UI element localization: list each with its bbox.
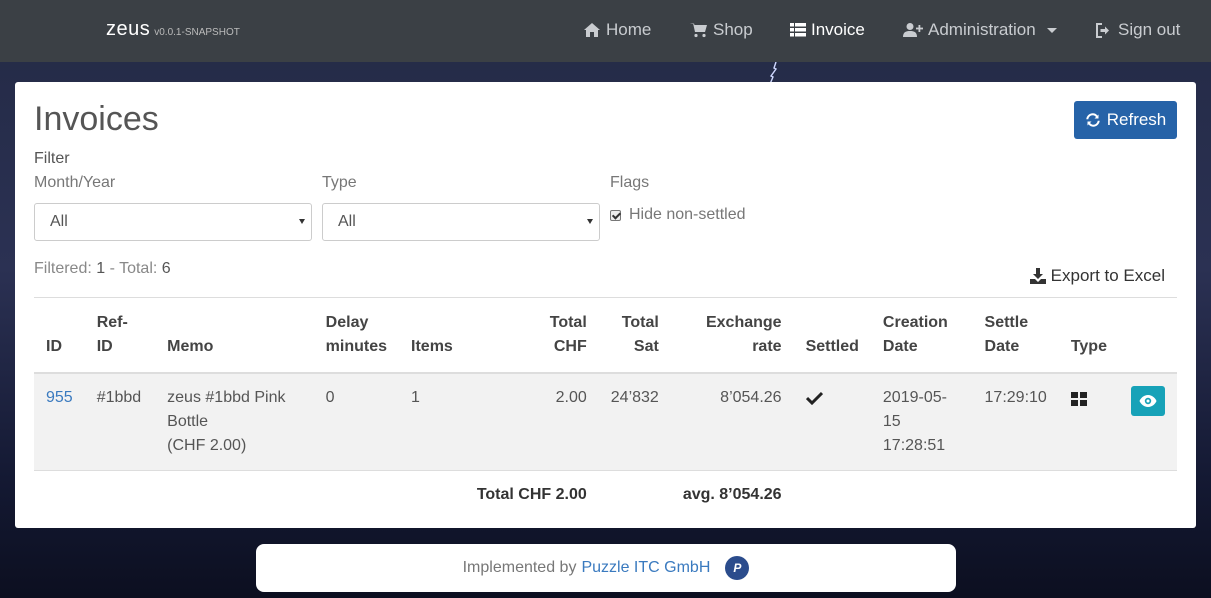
cart-icon — [690, 23, 707, 38]
type-value: All — [338, 213, 356, 230]
filter-heading: Filter — [34, 150, 70, 167]
refresh-icon — [1086, 113, 1100, 127]
nav-invoice-label: Invoice — [811, 20, 865, 39]
nav-sign-out-label: Sign out — [1118, 20, 1181, 39]
select-arrow-icon — [587, 219, 593, 224]
lightning-decoration — [769, 62, 778, 84]
brand-name[interactable]: zeus — [106, 18, 150, 40]
col-items[interactable]: Items — [399, 297, 465, 374]
col-creation-date[interactable]: Creation Date — [870, 297, 973, 374]
creation-time-cell: 17:28:51 — [882, 436, 946, 454]
memo-cell-line1: zeus #1bbd Pink Bottle — [167, 388, 286, 430]
invoice-id-link[interactable]: 955 — [46, 389, 73, 406]
table-footer-row: Total CHF 2.00 avg. 8’054.26 — [34, 470, 1177, 519]
export-label: Export to Excel — [1050, 266, 1165, 285]
table-row: 955 #1bbd zeus #1bbd Pink Bottle (CHF 2.0… — [34, 372, 1177, 471]
memo-cell-line2: (CHF 2.00) — [167, 436, 247, 454]
page-footer: Implemented by Puzzle ITC GmbH P — [256, 544, 956, 592]
puzzle-link[interactable]: Puzzle ITC GmbH — [581, 559, 710, 577]
col-type[interactable]: Type — [1058, 297, 1119, 374]
version-label: v0.0.1-SNAPSHOT — [154, 27, 240, 38]
table-header-row: ID Ref-ID Memo Delay minutes Items Total C… — [34, 297, 1177, 374]
invoices-card: Invoices Refresh Filter Month/Year All T… — [15, 82, 1196, 528]
flags-label: Flags — [610, 174, 650, 191]
total-chf-cell: 2.00 — [555, 388, 587, 406]
filtered-prefix: Filtered: — [34, 260, 97, 277]
col-memo[interactable]: Memo — [155, 297, 314, 374]
windows-icon — [1070, 391, 1107, 406]
nav-shop-label: Shop — [713, 20, 753, 39]
filtered-count: 1 — [96, 260, 106, 277]
month-year-label: Month/Year — [34, 174, 116, 191]
brand[interactable]: zeus v0.0.1-SNAPSHOT — [106, 18, 240, 41]
col-actions — [1118, 297, 1177, 374]
col-settled[interactable]: Settled — [793, 297, 871, 374]
month-year-value: All — [50, 213, 68, 230]
puzzle-logo-icon[interactable]: P — [725, 556, 750, 580]
total-sat-cell: 24’832 — [610, 388, 659, 406]
sign-out-icon — [1096, 22, 1109, 38]
user-plus-icon — [903, 23, 923, 37]
refresh-label: Refresh — [1106, 110, 1167, 129]
total-count: 6 — [161, 260, 171, 277]
check-icon — [805, 391, 823, 405]
col-delay[interactable]: Delay minutes — [313, 297, 400, 374]
hide-non-settled-checkbox[interactable] — [610, 209, 621, 221]
exchange-rate-cell: 8’054.26 — [720, 388, 782, 406]
nav-administration-label: Administration — [928, 20, 1036, 39]
home-icon — [584, 23, 600, 37]
view-invoice-button[interactable] — [1130, 385, 1165, 416]
footer-total-chf: Total CHF 2.00 — [476, 485, 587, 503]
col-id[interactable]: ID — [34, 297, 85, 374]
nav-invoice[interactable]: Invoice — [790, 20, 865, 40]
chevron-down-icon — [1046, 27, 1057, 33]
settle-date-cell: 17:29:10 — [984, 388, 1047, 406]
type-select[interactable]: All — [322, 203, 600, 241]
export-excel-button[interactable]: Export to Excel — [1029, 266, 1165, 286]
hide-non-settled-label: Hide non-settled — [629, 206, 746, 223]
ref-id-cell: #1bbd — [96, 388, 142, 406]
footer-avg-rate: avg. 8’054.26 — [682, 485, 782, 503]
refresh-button[interactable]: Refresh — [1074, 101, 1177, 139]
nav-shop[interactable]: Shop — [690, 20, 753, 40]
footer-prefix: Implemented by — [462, 559, 577, 576]
hide-non-settled-option[interactable]: Hide non-settled — [610, 206, 746, 224]
items-cell: 1 — [411, 388, 420, 406]
eye-icon — [1139, 394, 1157, 407]
delay-cell: 0 — [325, 388, 335, 406]
nav-administration[interactable]: Administration — [903, 20, 1057, 40]
nav-home[interactable]: Home — [583, 20, 651, 40]
filter-summary: Filtered: 1 - Total: 6 — [34, 260, 171, 278]
list-icon — [790, 23, 806, 37]
nav-home-label: Home — [606, 20, 652, 39]
invoices-table: ID Ref-ID Memo Delay minutes Items Total C… — [34, 297, 1177, 519]
col-total-chf[interactable]: Total CHF — [464, 297, 599, 374]
page-title: Invoices — [34, 100, 159, 138]
month-year-select[interactable]: All — [34, 203, 312, 241]
top-navbar: zeus v0.0.1-SNAPSHOT Home Shop Invoice Ad… — [0, 0, 1211, 62]
col-ref-id[interactable]: Ref-ID — [84, 297, 156, 374]
col-exchange-rate[interactable]: Exchange rate — [670, 297, 794, 374]
col-total-sat[interactable]: Total Sat — [598, 297, 671, 374]
total-prefix: - Total: — [105, 260, 162, 277]
type-label: Type — [322, 174, 357, 191]
col-settle-date[interactable]: Settle Date — [972, 297, 1059, 374]
select-arrow-icon — [299, 219, 305, 224]
creation-date-cell: 2019-05-15 — [882, 388, 947, 430]
nav-sign-out[interactable]: Sign out — [1096, 20, 1180, 40]
download-icon — [1029, 268, 1046, 284]
